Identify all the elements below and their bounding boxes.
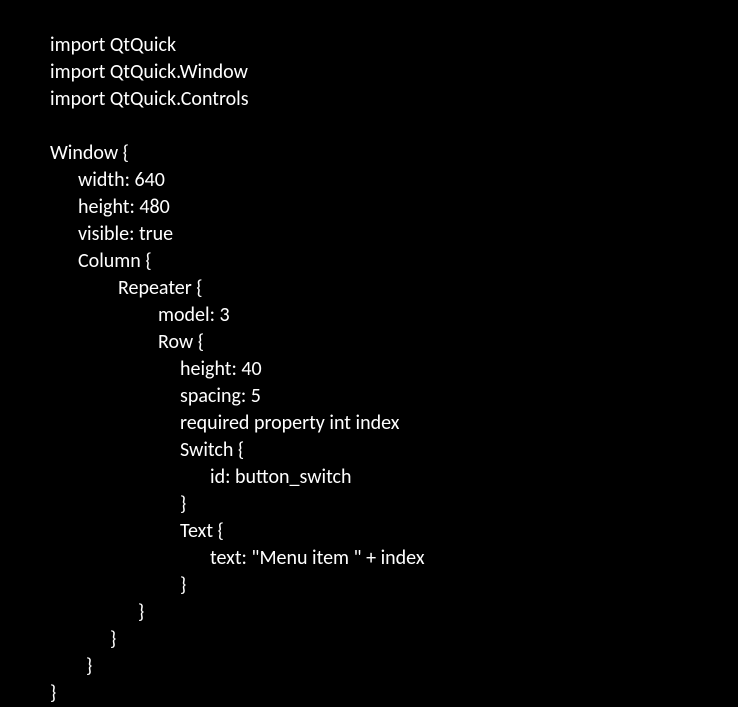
code-line: } <box>50 653 738 680</box>
code-line: import QtQuick <box>50 32 738 59</box>
code-line: Repeater { <box>50 275 738 302</box>
code-line: } <box>50 599 738 626</box>
code-line: } <box>50 491 738 518</box>
code-line: } <box>50 680 738 707</box>
code-line: model: 3 <box>50 302 738 329</box>
code-line: import QtQuick.Controls <box>50 86 738 113</box>
code-line: } <box>50 572 738 599</box>
code-line: required property int index <box>50 410 738 437</box>
code-line: import QtQuick.Window <box>50 59 738 86</box>
code-block: import QtQuick import QtQuick.Window imp… <box>50 32 738 707</box>
code-line: height: 40 <box>50 356 738 383</box>
code-line: spacing: 5 <box>50 383 738 410</box>
code-line: Row { <box>50 329 738 356</box>
code-line: text: "Menu item " + index <box>50 545 738 572</box>
code-line: Switch { <box>50 437 738 464</box>
code-line: Column { <box>50 248 738 275</box>
code-line: id: button_switch <box>50 464 738 491</box>
code-line: height: 480 <box>50 194 738 221</box>
code-line: Text { <box>50 518 738 545</box>
code-line: Window { <box>50 140 738 167</box>
code-line: width: 640 <box>50 167 738 194</box>
code-line: } <box>50 626 738 653</box>
code-line: visible: true <box>50 221 738 248</box>
blank-line <box>50 113 738 140</box>
